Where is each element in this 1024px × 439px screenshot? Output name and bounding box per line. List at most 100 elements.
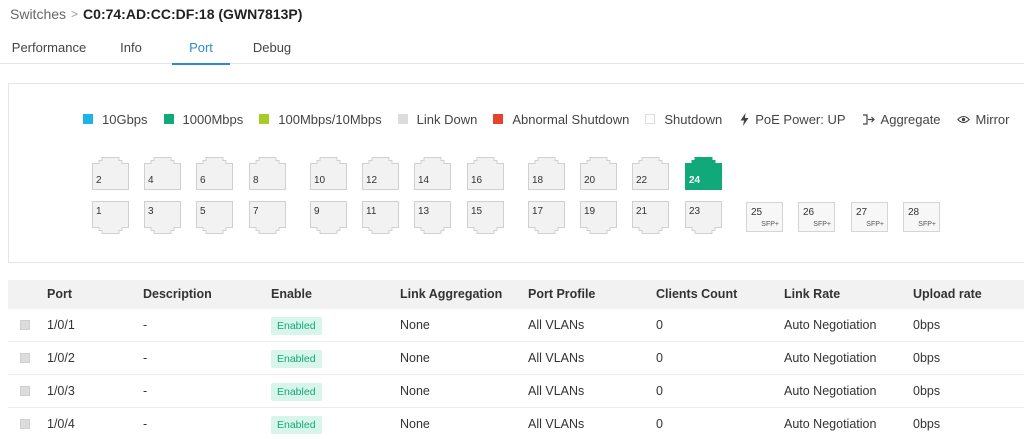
port-10[interactable]: 10	[310, 157, 347, 190]
port-4[interactable]: 4	[144, 157, 181, 190]
port-25-sfp[interactable]: 25 SFP+	[746, 202, 783, 232]
cell-link-aggregation: None	[400, 318, 430, 332]
port-17[interactable]: 17	[528, 201, 565, 234]
legend-swatch-abnormal-shutdown	[493, 114, 504, 124]
column-header-upload-rate[interactable]: Upload rate	[913, 280, 982, 309]
table-row[interactable]: 1/0/3 - Enabled None All VLANs 0 Auto Ne…	[8, 375, 1024, 408]
port-number: 12	[366, 175, 378, 186]
legend-aggregate: Aggregate	[862, 112, 941, 127]
cell-port-profile: All VLANs	[528, 351, 585, 365]
port-13[interactable]: 13	[414, 201, 451, 234]
cell-link-rate: Auto Negotiation	[784, 318, 877, 332]
port-27-sfp[interactable]: 27 SFP+	[851, 202, 888, 232]
cell-link-aggregation: None	[400, 384, 430, 398]
port-number: 16	[471, 175, 483, 186]
cell-clients-count: 0	[656, 384, 663, 398]
port-28-sfp[interactable]: 28 SFP+	[903, 202, 940, 232]
cell-port-profile: All VLANs	[528, 384, 585, 398]
row-checkbox[interactable]	[20, 419, 30, 429]
port-26-sfp[interactable]: 26 SFP+	[798, 202, 835, 232]
tab-debug[interactable]: Debug	[246, 30, 298, 64]
cell-port: 1/0/1	[47, 318, 75, 332]
legend-link-down: Link Down	[397, 112, 477, 127]
port-23[interactable]: 23	[685, 201, 722, 234]
row-checkbox[interactable]	[20, 320, 30, 330]
column-header-port[interactable]: Port	[47, 280, 72, 309]
port-number: 8	[253, 175, 259, 186]
port-20[interactable]: 20	[580, 157, 617, 190]
port-18[interactable]: 18	[528, 157, 565, 190]
port-24[interactable]: 24	[685, 157, 722, 190]
port-number: 25	[751, 207, 763, 218]
tab-performance[interactable]: Performance	[8, 30, 90, 64]
port-number: 28	[908, 207, 920, 218]
legend-1000mbps: 1000Mbps	[163, 111, 244, 127]
table-row[interactable]: 1/0/2 - Enabled None All VLANs 0 Auto Ne…	[8, 342, 1024, 375]
port-number: 2	[96, 175, 102, 186]
port-7[interactable]: 7	[249, 201, 286, 234]
column-header-link-rate[interactable]: Link Rate	[784, 280, 840, 309]
column-header-port-profile[interactable]: Port Profile	[528, 280, 595, 309]
enabled-badge: Enabled	[271, 350, 322, 368]
page-title: C0:74:AD:CC:DF:18 (GWN7813P)	[83, 6, 303, 22]
cell-description: -	[143, 417, 148, 431]
port-6[interactable]: 6	[196, 157, 233, 190]
cell-clients-count: 0	[656, 417, 663, 431]
cell-port: 1/0/4	[47, 417, 75, 431]
legend-label: 1000Mbps	[182, 111, 244, 127]
port-14[interactable]: 14	[414, 157, 451, 190]
column-header-link-aggregation[interactable]: Link Aggregation	[400, 280, 502, 309]
legend-label: Abnormal Shutdown	[512, 111, 630, 127]
port-22[interactable]: 22	[632, 157, 669, 190]
port-19[interactable]: 19	[580, 201, 617, 234]
legend-10gbps: 10Gbps	[83, 112, 148, 127]
column-header-clients-count[interactable]: Clients Count	[656, 280, 737, 309]
legend-swatch-link-down	[397, 114, 408, 124]
tab-port[interactable]: Port	[172, 30, 230, 65]
port-number: 27	[856, 207, 868, 218]
port-8[interactable]: 8	[249, 157, 286, 190]
cell-description: -	[143, 384, 148, 398]
tab-info[interactable]: Info	[108, 30, 154, 64]
legend-label: Aggregate	[880, 111, 941, 127]
cell-link-aggregation: None	[400, 417, 430, 431]
port-number: 26	[803, 207, 815, 218]
port-number: 3	[148, 206, 154, 217]
table-row[interactable]: 1/0/1 - Enabled None All VLANs 0 Auto Ne…	[8, 309, 1024, 342]
port-21[interactable]: 21	[632, 201, 669, 234]
port-number: 1	[96, 206, 102, 217]
legend-poe-power: PoE Power: UP	[738, 111, 846, 127]
port-number: 17	[532, 206, 544, 217]
port-number: 9	[314, 206, 320, 217]
port-2[interactable]: 2	[92, 157, 129, 190]
column-header-description[interactable]: Description	[143, 280, 212, 309]
legend-mirror: Mirror	[957, 111, 1010, 127]
row-checkbox[interactable]	[20, 386, 30, 396]
cell-port: 1/0/3	[47, 384, 75, 398]
cell-port-profile: All VLANs	[528, 318, 585, 332]
port-12[interactable]: 12	[362, 157, 399, 190]
cell-clients-count: 0	[656, 318, 663, 332]
port-16[interactable]: 16	[467, 157, 504, 190]
cell-port: 1/0/2	[47, 351, 75, 365]
port-number: 13	[418, 206, 430, 217]
port-15[interactable]: 15	[467, 201, 504, 234]
port-1[interactable]: 1	[92, 201, 129, 234]
legend-label: Mirror	[975, 111, 1010, 127]
column-header-enable[interactable]: Enable	[271, 280, 312, 309]
port-5[interactable]: 5	[196, 201, 233, 234]
cell-upload-rate: 0bps	[913, 384, 941, 398]
cell-port-profile: All VLANs	[528, 417, 585, 431]
breadcrumb-switches-link[interactable]: Switches	[10, 6, 66, 22]
legend-swatch-shutdown	[645, 114, 656, 124]
port-9[interactable]: 9	[310, 201, 347, 234]
row-checkbox[interactable]	[20, 353, 30, 363]
port-3[interactable]: 3	[144, 201, 181, 234]
port-number: 14	[418, 175, 430, 186]
legend-label: PoE Power: UP	[755, 111, 846, 127]
port-number: 11	[366, 206, 377, 217]
enabled-badge: Enabled	[271, 416, 322, 434]
breadcrumb: Switches > C0:74:AD:CC:DF:18 (GWN7813P)	[10, 5, 302, 23]
table-row[interactable]: 1/0/4 - Enabled None All VLANs 0 Auto Ne…	[8, 408, 1024, 439]
port-11[interactable]: 11	[362, 201, 399, 234]
